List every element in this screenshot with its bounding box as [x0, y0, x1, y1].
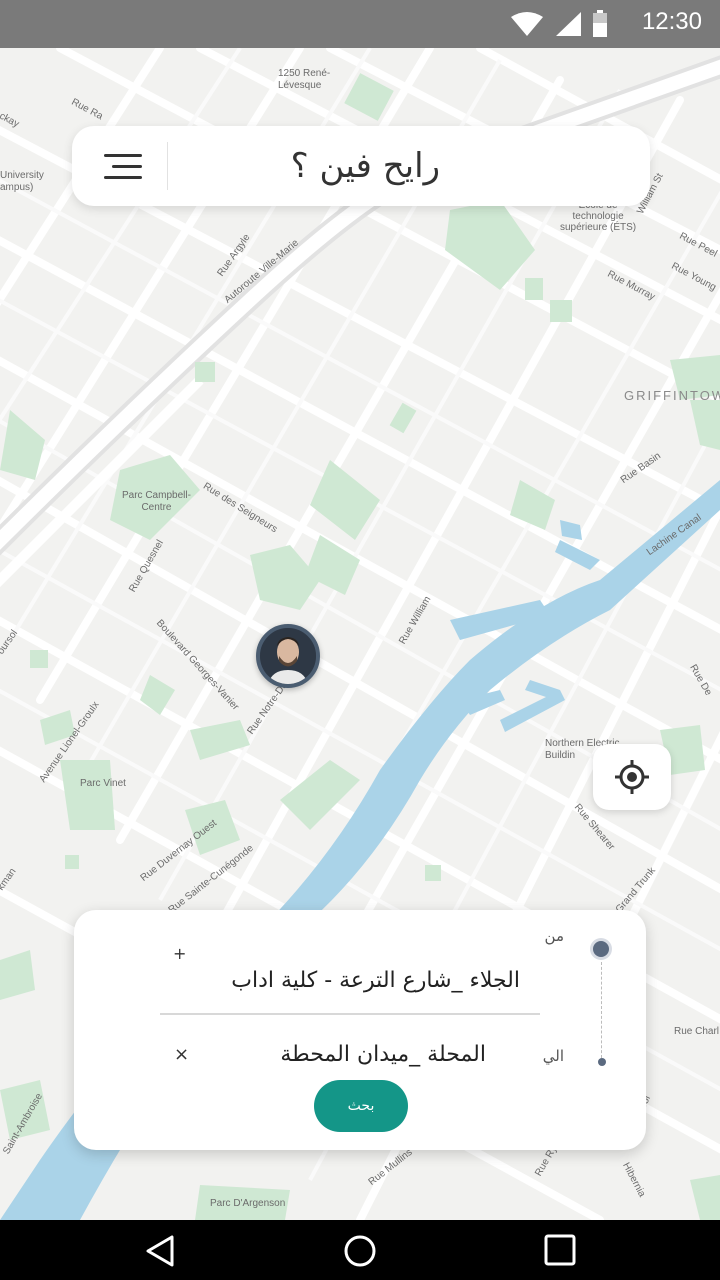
home-icon[interactable]: [342, 1234, 378, 1268]
destination-search-bar: [72, 126, 650, 206]
clear-destination-button[interactable]: ×: [174, 1044, 189, 1065]
crosshair-icon: [615, 760, 649, 794]
clock: 12:30: [641, 8, 702, 35]
from-label: من: [544, 927, 564, 945]
wifi-icon: [511, 12, 543, 36]
menu-icon[interactable]: [102, 150, 146, 184]
status-bar: 12:30: [0, 0, 720, 48]
to-label: الي: [542, 1047, 564, 1065]
destination-search-input[interactable]: [182, 140, 440, 192]
map-label-parc-argenson: Parc D'Argenson: [210, 1198, 286, 1209]
map-label-griffintown: GRIFFINTOWN: [624, 388, 720, 403]
origin-dot-icon: [593, 941, 609, 957]
field-divider: [160, 1013, 540, 1015]
from-field[interactable]: [184, 960, 520, 1000]
route-dashed-line: [601, 962, 602, 1058]
to-field[interactable]: [224, 1034, 486, 1074]
map-label-rue-charl: Rue Charl: [674, 1026, 720, 1037]
my-location-button[interactable]: [593, 744, 671, 810]
map-label-university: University ampus): [0, 170, 44, 193]
destination-dot-icon: [598, 1058, 606, 1066]
status-icons: [510, 10, 608, 38]
person-avatar-icon: [260, 628, 316, 684]
search-divider: [167, 142, 168, 190]
battery-icon: [593, 10, 607, 37]
map-label-parc-vinet: Parc Vinet: [80, 778, 126, 789]
map-label-rene-levesque: 1250 René- Lévesque: [278, 68, 331, 91]
navigation-bar: [0, 1220, 720, 1280]
route-card: من + الي × بحث: [74, 910, 646, 1150]
recents-icon[interactable]: [542, 1234, 578, 1268]
signal-icon: [556, 12, 581, 36]
map-label-parc-campbell: Parc Campbell- Centre: [122, 490, 191, 513]
search-button[interactable]: بحث: [314, 1080, 408, 1132]
user-location-avatar[interactable]: [256, 624, 320, 688]
back-icon[interactable]: [142, 1234, 178, 1268]
